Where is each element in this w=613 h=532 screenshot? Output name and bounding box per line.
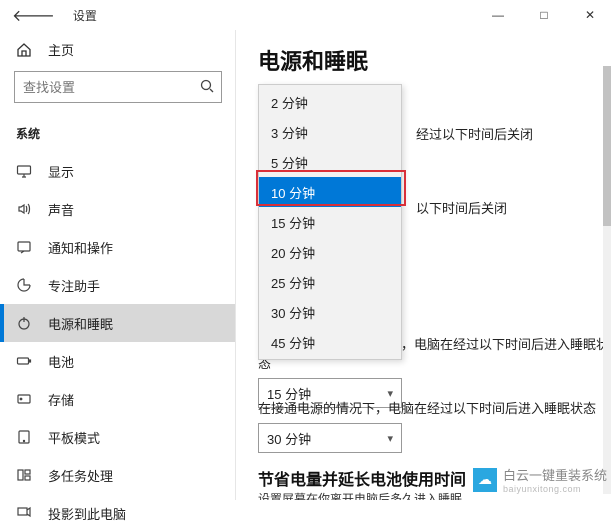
multitask-icon	[16, 467, 32, 483]
sidebar-item-label: 专注助手	[48, 276, 100, 295]
minimize-button[interactable]: —	[475, 0, 521, 30]
sidebar-item-label: 投影到此电脑	[48, 504, 126, 523]
sidebar-item-focus[interactable]: 专注助手	[0, 266, 236, 304]
dropdown-option[interactable]: 45 分钟	[259, 327, 401, 357]
content-area: 电源和睡眠 2 分钟3 分钟5 分钟10 分钟15 分钟20 分钟25 分钟30…	[236, 30, 613, 500]
home-icon	[16, 42, 32, 58]
sleep-plugged-label: 在接通电源的情况下，电脑在经过以下时间后进入睡眠状态	[258, 398, 596, 417]
sidebar-item-storage[interactable]: 存储	[0, 380, 236, 418]
search-icon	[199, 78, 215, 97]
sidebar-item-sound[interactable]: 声音	[0, 190, 236, 228]
window-title: 设置	[73, 7, 97, 24]
page-title: 电源和睡眠	[258, 44, 613, 76]
sidebar-item-label: 电池	[48, 352, 74, 371]
dropdown-option[interactable]: 20 分钟	[259, 237, 401, 267]
dropdown-option[interactable]: 3 分钟	[259, 117, 401, 147]
dropdown-option[interactable]: 30 分钟	[259, 297, 401, 327]
tablet-icon	[16, 429, 32, 445]
back-button[interactable]: 🡐	[12, 5, 55, 26]
sound-icon	[16, 201, 32, 217]
sidebar-item-label: 通知和操作	[48, 238, 113, 257]
sidebar-item-multitask[interactable]: 多任务处理	[0, 456, 236, 494]
project-icon	[16, 505, 32, 521]
sidebar-item-tablet[interactable]: 平板模式	[0, 418, 236, 456]
screen-off-battery-label: 经过以下时间后关闭	[416, 124, 533, 143]
watermark: ☁ 白云一键重装系统 baiyunxitong.com	[473, 465, 607, 494]
watermark-logo: ☁	[473, 468, 497, 492]
save-power-section-title: 节省电量并延长电池使用时间	[258, 466, 466, 490]
sidebar-item-label: 存储	[48, 390, 74, 409]
sidebar-item-label: 多任务处理	[48, 466, 113, 485]
dropdown-option[interactable]: 5 分钟	[259, 147, 401, 177]
close-button[interactable]: ✕	[567, 0, 613, 30]
nav-group-header: 系统	[0, 117, 236, 152]
sidebar-item-battery[interactable]: 电池	[0, 342, 236, 380]
sidebar-item-label: 平板模式	[48, 428, 100, 447]
sidebar-item-notifications[interactable]: 通知和操作	[0, 228, 236, 266]
battery-icon	[16, 353, 32, 369]
search-input-container[interactable]	[14, 71, 222, 103]
scrollbar-thumb[interactable]	[603, 66, 611, 226]
screen-off-plugged-label: 以下时间后关闭	[416, 198, 507, 217]
home-label: 主页	[48, 40, 74, 59]
dropdown-option[interactable]: 10 分钟	[259, 177, 401, 207]
dropdown-option[interactable]: 25 分钟	[259, 267, 401, 297]
screen-timeout-dropdown[interactable]: 2 分钟3 分钟5 分钟10 分钟15 分钟20 分钟25 分钟30 分钟45 …	[258, 84, 402, 360]
watermark-text: 白云一键重装系统 baiyunxitong.com	[503, 465, 607, 494]
save-power-description: 设置屏幕在你离开电脑后多久进入睡眠。	[258, 490, 474, 500]
storage-icon	[16, 391, 32, 407]
dropdown-option[interactable]: 15 分钟	[259, 207, 401, 237]
home-nav[interactable]: 主页	[0, 30, 236, 71]
sidebar-item-label: 声音	[48, 200, 74, 219]
sidebar-item-label: 电源和睡眠	[48, 314, 113, 333]
dropdown-option[interactable]: 2 分钟	[259, 87, 401, 117]
search-input[interactable]	[23, 80, 199, 95]
sidebar: 主页 系统 显示 声音 通知和操作	[0, 30, 236, 500]
notification-icon	[16, 239, 32, 255]
sidebar-item-power-sleep[interactable]: 电源和睡眠	[0, 304, 236, 342]
nav-list: 显示 声音 通知和操作 专注助手 电源和睡眠 电池	[0, 152, 236, 532]
maximize-button[interactable]: □	[521, 0, 567, 30]
sidebar-item-label: 显示	[48, 162, 74, 181]
display-icon	[16, 163, 32, 179]
combo-value: 30 分钟	[267, 429, 311, 448]
chevron-down-icon: ▾	[387, 432, 393, 445]
sidebar-item-display[interactable]: 显示	[0, 152, 236, 190]
scrollbar[interactable]	[603, 66, 611, 494]
power-icon	[16, 315, 32, 331]
focus-icon	[16, 277, 32, 293]
sleep-plugged-combo[interactable]: 30 分钟 ▾	[258, 423, 402, 453]
